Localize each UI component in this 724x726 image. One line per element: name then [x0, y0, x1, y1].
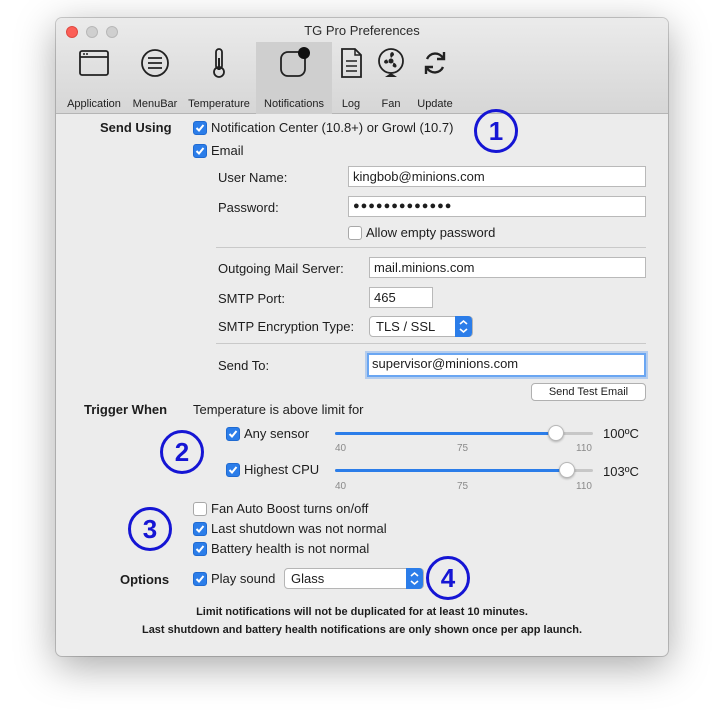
log-document-icon — [334, 46, 368, 83]
trigger-description: Temperature is above limit for — [193, 402, 364, 417]
slider-tick-max: 110 — [576, 481, 592, 492]
email-checkbox[interactable] — [193, 144, 207, 158]
application-window-icon — [77, 46, 111, 83]
highest-cpu-value: 103ºC — [603, 464, 639, 479]
send-to-field[interactable]: supervisor@minions.com — [367, 353, 646, 377]
trigger-when-label: Trigger When — [84, 402, 168, 417]
notification-center-checkbox[interactable] — [193, 121, 207, 135]
checkmark-icon — [195, 525, 205, 533]
preferences-window: TG Pro Preferences Application MenuBar T… — [56, 18, 668, 656]
checkmark-icon — [195, 545, 205, 553]
slider-tick-max: 110 — [576, 443, 592, 454]
allow-empty-password-checkbox[interactable] — [348, 226, 362, 240]
smtp-port-label: SMTP Port: — [218, 291, 285, 306]
slider-tick-mid: 75 — [457, 481, 469, 492]
checkmark-icon — [195, 124, 205, 132]
note-line-2: Last shutdown and battery health notific… — [141, 624, 583, 636]
password-label: Password: — [218, 200, 279, 215]
toolbar-label-temperature: Temperature — [188, 98, 250, 110]
play-sound-checkbox[interactable] — [193, 572, 207, 586]
sound-popup[interactable]: Glass — [284, 568, 424, 589]
titlebar: TG Pro Preferences Application MenuBar T… — [56, 18, 668, 114]
last-shutdown-checkbox[interactable] — [193, 522, 207, 536]
callout-badge-1: 1 — [474, 109, 518, 153]
smtp-encryption-label: SMTP Encryption Type: — [218, 319, 355, 334]
toolbar-item-fan[interactable]: Fan — [370, 42, 412, 114]
highest-cpu-label: Highest CPU — [244, 462, 320, 477]
fan-icon — [374, 46, 408, 83]
toolbar-item-temperature[interactable]: Temperature — [182, 42, 256, 114]
slider-tick-min: 40 — [335, 481, 347, 492]
fan-auto-boost-checkbox[interactable] — [193, 502, 207, 516]
separator — [216, 343, 646, 344]
checkmark-icon — [228, 430, 238, 438]
last-shutdown-label: Last shutdown was not normal — [211, 521, 387, 536]
slider-tick-mid: 75 — [457, 443, 469, 454]
any-sensor-slider-knob[interactable] — [548, 425, 565, 441]
toolbar-label-update: Update — [417, 98, 453, 110]
refresh-icon — [418, 46, 452, 83]
checkmark-icon — [195, 575, 205, 583]
notification-badge-icon — [277, 46, 311, 83]
allow-empty-password-label: Allow empty password — [366, 225, 496, 240]
sound-value: Glass — [291, 571, 325, 586]
smtp-encryption-popup[interactable]: TLS / SSL — [369, 316, 473, 337]
toolbar-label-fan: Fan — [381, 98, 401, 110]
thermometer-icon — [202, 46, 236, 83]
toolbar-item-menubar[interactable]: MenuBar — [128, 42, 182, 114]
toolbar-label-application: Application — [67, 98, 121, 110]
fan-auto-boost-label: Fan Auto Boost turns on/off — [211, 501, 369, 516]
toolbar-label-log: Log — [341, 98, 361, 110]
send-using-label: Send Using — [100, 120, 172, 135]
checkmark-icon — [228, 466, 238, 474]
outgoing-server-label: Outgoing Mail Server: — [218, 261, 344, 276]
options-label: Options — [120, 572, 170, 587]
menu-list-icon — [138, 46, 172, 83]
battery-health-label: Battery health is not normal — [211, 541, 370, 556]
username-label: User Name: — [218, 170, 288, 185]
any-sensor-slider-fill — [335, 432, 557, 435]
updown-chevron-icon — [406, 568, 423, 589]
separator — [216, 247, 646, 248]
username-field[interactable]: kingbob@minions.com — [348, 166, 646, 187]
callout-badge-3: 3 — [128, 507, 172, 551]
updown-chevron-icon — [455, 316, 472, 337]
play-sound-label: Play sound — [211, 571, 276, 586]
highest-cpu-slider-knob[interactable] — [559, 462, 576, 478]
toolbar-label-menubar: MenuBar — [132, 98, 178, 110]
any-sensor-value: 100ºC — [603, 426, 639, 441]
email-label: Email — [211, 143, 244, 158]
toolbar-item-update[interactable]: Update — [412, 42, 458, 114]
outgoing-server-field[interactable]: mail.minions.com — [369, 257, 646, 278]
toolbar-item-notifications[interactable]: Notifications — [256, 42, 332, 114]
toolbar-item-application[interactable]: Application — [60, 42, 128, 114]
slider-tick-min: 40 — [335, 443, 347, 454]
smtp-encryption-value: TLS / SSL — [376, 319, 436, 334]
password-field[interactable]: ●●●●●●●●●●●●● — [348, 196, 646, 217]
toolbar-item-log[interactable]: Log — [332, 42, 370, 114]
checkmark-icon — [195, 147, 205, 155]
callout-badge-4: 4 — [426, 556, 470, 600]
battery-health-checkbox[interactable] — [193, 542, 207, 556]
highest-cpu-slider-fill — [335, 469, 568, 472]
any-sensor-label: Any sensor — [244, 426, 310, 441]
any-sensor-checkbox[interactable] — [226, 427, 240, 441]
send-test-email-button[interactable]: Send Test Email — [531, 383, 646, 401]
send-to-label: Send To: — [218, 358, 270, 373]
callout-badge-2: 2 — [160, 430, 204, 474]
highest-cpu-checkbox[interactable] — [226, 463, 240, 477]
toolbar-label-notifications: Notifications — [264, 98, 324, 110]
notification-center-label: Notification Center (10.8+) or Growl (10… — [211, 120, 454, 135]
window-title: TG Pro Preferences — [304, 23, 420, 38]
smtp-port-field[interactable]: 465 — [369, 287, 433, 308]
note-line-1: Limit notifications will not be duplicat… — [196, 606, 528, 618]
